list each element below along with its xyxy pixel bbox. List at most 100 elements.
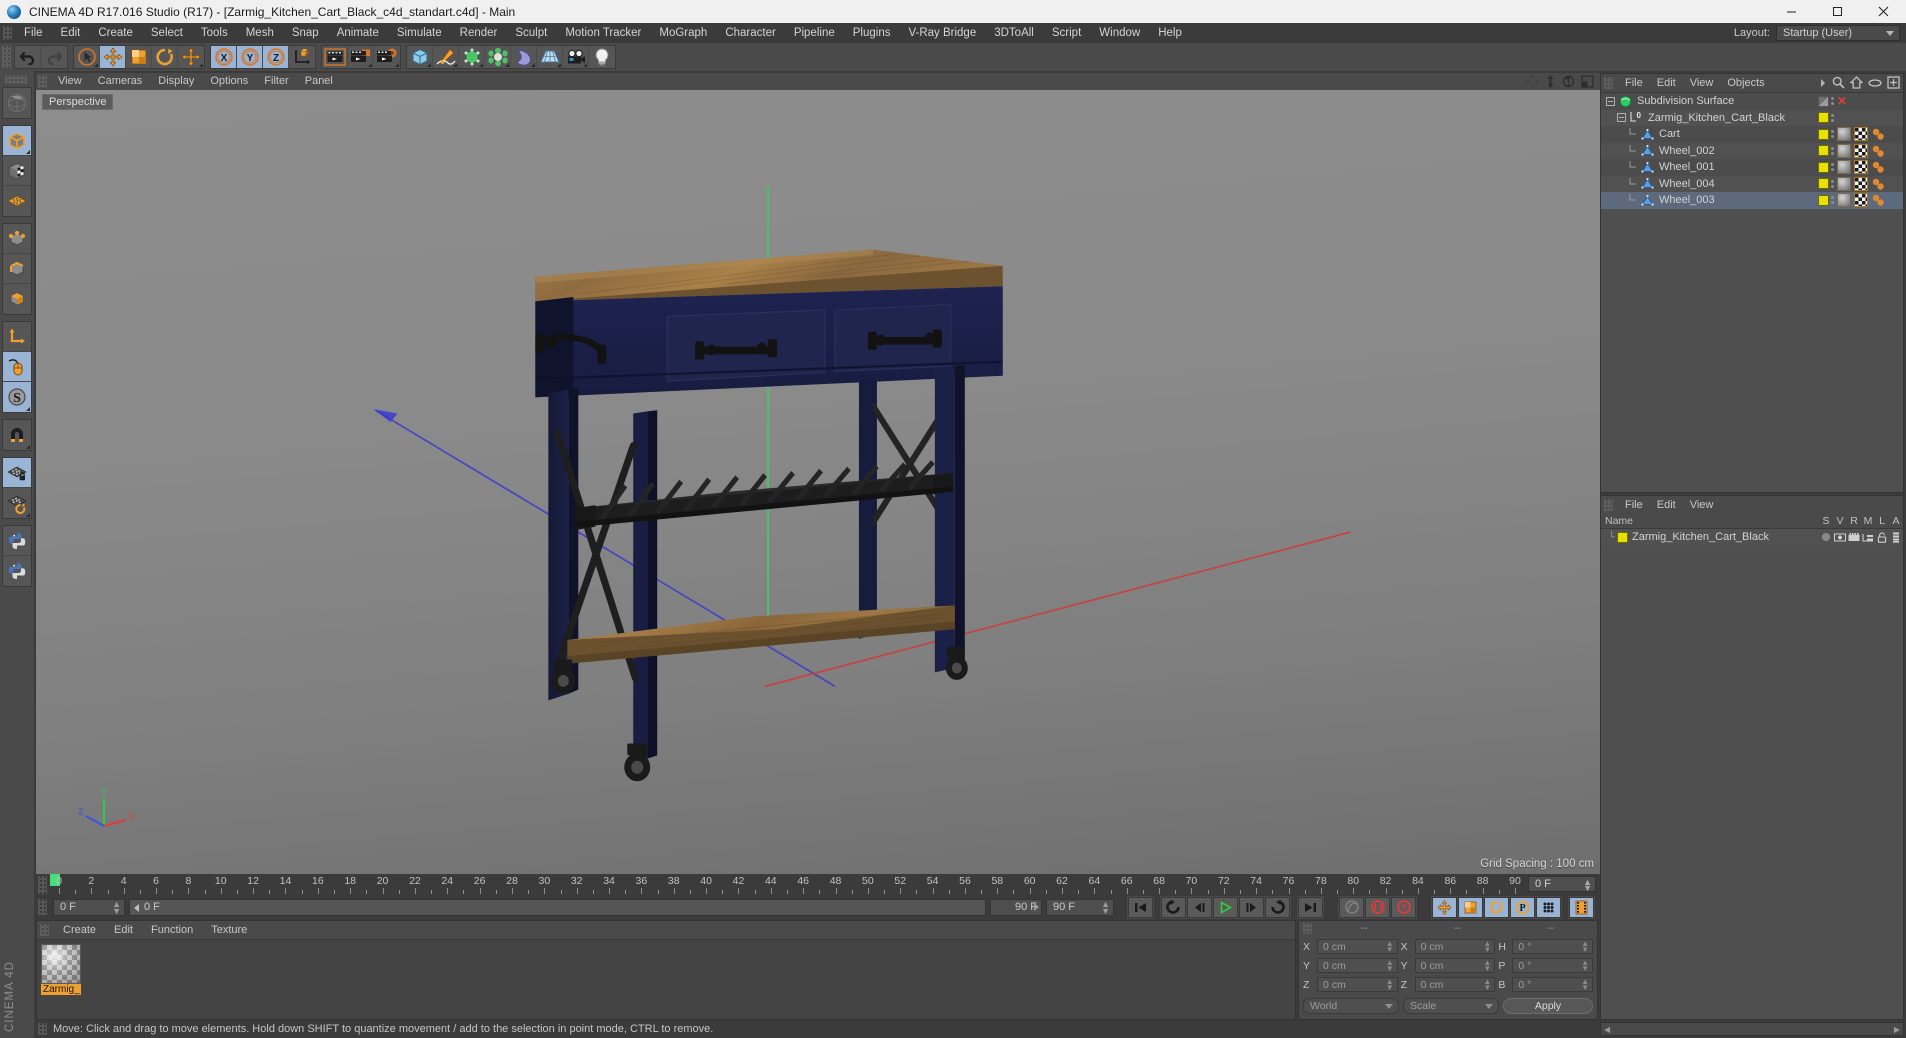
- timeline-ruler[interactable]: 0 2 4 6 8 10 12 14 16 18 20 22 24 26 28 30 32 34 36 38 40 42 4…: [34, 874, 1600, 896]
- size-z-field[interactable]: 0 cm ▲ ▼: [1414, 977, 1496, 992]
- point-level-animation-button[interactable]: [1536, 896, 1561, 918]
- menu-tools[interactable]: Tools: [192, 23, 237, 43]
- play-reverse-loop-button[interactable]: [1161, 896, 1186, 918]
- object-row[interactable]: Wheel_001: [1601, 159, 1903, 176]
- previous-frame-button[interactable]: [1187, 896, 1212, 918]
- material-panel-menu-file[interactable]: File: [1618, 496, 1650, 514]
- generator-nurbs-button[interactable]: [459, 46, 485, 68]
- status-bar-grip[interactable]: [38, 1023, 47, 1035]
- more-arrow-icon[interactable]: [1819, 78, 1827, 91]
- viewport-menu-filter[interactable]: Filter: [256, 73, 296, 90]
- coordinate-mode-select[interactable]: Scale: [1403, 998, 1499, 1014]
- object-row[interactable]: Subdivision Surface ✕: [1601, 93, 1903, 110]
- modeling-object-button[interactable]: [485, 46, 511, 68]
- pan-icon[interactable]: [1526, 75, 1539, 91]
- texture-mode-button[interactable]: [3, 156, 31, 186]
- material-menu-grip[interactable]: [40, 924, 49, 936]
- visibility-icon[interactable]: [1833, 533, 1847, 542]
- menu-character[interactable]: Character: [716, 23, 785, 43]
- lock-z-axis-button[interactable]: Z: [263, 46, 289, 68]
- scroll-right-icon[interactable]: ▶: [1891, 1025, 1903, 1034]
- render-view-button[interactable]: [322, 46, 348, 68]
- spinner-icon[interactable]: ▲ ▼: [1386, 940, 1394, 954]
- material-panel-menu-view[interactable]: View: [1683, 496, 1721, 514]
- edges-mode-button[interactable]: [3, 254, 31, 284]
- menu-3dtoall[interactable]: 3DToAll: [985, 23, 1043, 43]
- viewport-menu-cameras[interactable]: Cameras: [90, 73, 151, 90]
- menu-vray-bridge[interactable]: V-Ray Bridge: [899, 23, 985, 43]
- model-mode-button[interactable]: [3, 126, 31, 156]
- material-panel-menu-edit[interactable]: Edit: [1650, 496, 1683, 514]
- object-menu-edit[interactable]: Edit: [1650, 74, 1683, 92]
- size-y-field[interactable]: 0 cm ▲ ▼: [1414, 958, 1496, 973]
- go-to-end-button[interactable]: [1298, 896, 1323, 918]
- menu-file[interactable]: File: [15, 23, 52, 43]
- perspective-viewport[interactable]: Perspective Y X Z Grid Spacing: 100 cm: [36, 90, 1600, 874]
- rotation-key-button[interactable]: [1484, 896, 1509, 918]
- search-icon[interactable]: [1832, 76, 1845, 92]
- selection-tag-icon[interactable]: [1871, 177, 1885, 191]
- timeline-track[interactable]: 0 2 4 6 8 10 12 14 16 18 20 22 24 26 28 30 32 34 36 38 40 42 4…: [50, 874, 1524, 896]
- lock-icon[interactable]: [1875, 531, 1889, 543]
- uvw-tag-icon[interactable]: [1854, 193, 1868, 208]
- viewport-interaction-button[interactable]: [3, 352, 31, 382]
- object-axis-button[interactable]: [3, 322, 31, 352]
- position-key-button[interactable]: [1432, 896, 1457, 918]
- object-row[interactable]: Wheel_004: [1601, 175, 1903, 192]
- rot-b-field[interactable]: 0 ° ▲ ▼: [1512, 977, 1594, 992]
- material-preview-thumbnail[interactable]: [41, 944, 81, 984]
- menu-edit[interactable]: Edit: [52, 23, 90, 43]
- uvw-tag-icon[interactable]: [1854, 176, 1868, 191]
- animation-icon[interactable]: [1889, 532, 1903, 543]
- object-row[interactable]: 0 Zarmig_Kitchen_Cart_Black: [1601, 109, 1903, 126]
- lock-x-axis-button[interactable]: X: [211, 46, 237, 68]
- python-button[interactable]: [3, 526, 31, 556]
- menu-window[interactable]: Window: [1090, 23, 1149, 43]
- timeline-toggle-button[interactable]: [1569, 896, 1594, 918]
- spline-pen-button[interactable]: [433, 46, 459, 68]
- spinner-icon[interactable]: ▲ ▼: [1483, 959, 1491, 973]
- autokeying-button[interactable]: [1365, 896, 1390, 918]
- left-toolbar-grip[interactable]: [4, 75, 27, 84]
- rot-p-field[interactable]: 0 ° ▲ ▼: [1512, 958, 1594, 973]
- move-axis-button[interactable]: [178, 46, 204, 68]
- add-layer-icon[interactable]: [1887, 76, 1900, 92]
- selection-tag-icon[interactable]: [1871, 144, 1885, 158]
- menu-create[interactable]: Create: [89, 23, 142, 43]
- object-layer-swatch[interactable]: [1818, 161, 1829, 173]
- primitive-cube-button[interactable]: [407, 46, 433, 68]
- lock-y-axis-button[interactable]: Y: [237, 46, 263, 68]
- visibility-dots[interactable]: [1831, 97, 1835, 106]
- size-x-field[interactable]: 0 cm ▲ ▼: [1414, 939, 1496, 954]
- object-menu-objects[interactable]: Objects: [1720, 74, 1771, 92]
- coordinates-grip[interactable]: [1303, 923, 1312, 934]
- toolbar-grip[interactable]: [2, 46, 11, 68]
- texture-tag-icon[interactable]: [1837, 127, 1851, 142]
- keyframe-selection-button[interactable]: ?: [1391, 896, 1416, 918]
- uvw-tag-icon[interactable]: [1854, 127, 1868, 142]
- home-icon[interactable]: [1849, 76, 1864, 92]
- redo-button[interactable]: [41, 46, 67, 68]
- menu-snap[interactable]: Snap: [283, 23, 328, 43]
- material-panel-grip[interactable]: [1604, 499, 1613, 511]
- selection-tag-icon[interactable]: [1871, 127, 1885, 141]
- object-layer-swatch[interactable]: [1818, 178, 1829, 190]
- visibility-dots[interactable]: [1831, 113, 1835, 122]
- timeline-slider[interactable]: 0 F: [129, 898, 986, 916]
- maximize-view-icon[interactable]: [1581, 75, 1594, 91]
- world-coordinate-button[interactable]: [289, 46, 315, 68]
- layout-select[interactable]: Startup (User): [1776, 25, 1900, 41]
- expander-icon[interactable]: [1616, 113, 1627, 123]
- uvw-tag-icon[interactable]: [1854, 143, 1868, 158]
- points-mode-button[interactable]: [3, 224, 31, 254]
- menu-select[interactable]: Select: [142, 23, 192, 43]
- live-selection-button[interactable]: [74, 46, 100, 68]
- object-row[interactable]: Wheel_002: [1601, 142, 1903, 159]
- undo-button[interactable]: [15, 46, 41, 68]
- object-menu-file[interactable]: File: [1618, 74, 1650, 92]
- material-rows[interactable]: └ Zarmig_Kitchen_Cart_Black: [1601, 529, 1903, 1019]
- object-tree[interactable]: Subdivision Surface ✕ 0 Zarmig_Kitchen_Cart…: [1601, 92, 1903, 492]
- scroll-left-icon[interactable]: ◀: [1601, 1025, 1613, 1034]
- expander-icon[interactable]: [1605, 96, 1616, 106]
- material-row[interactable]: └ Zarmig_Kitchen_Cart_Black: [1601, 529, 1903, 545]
